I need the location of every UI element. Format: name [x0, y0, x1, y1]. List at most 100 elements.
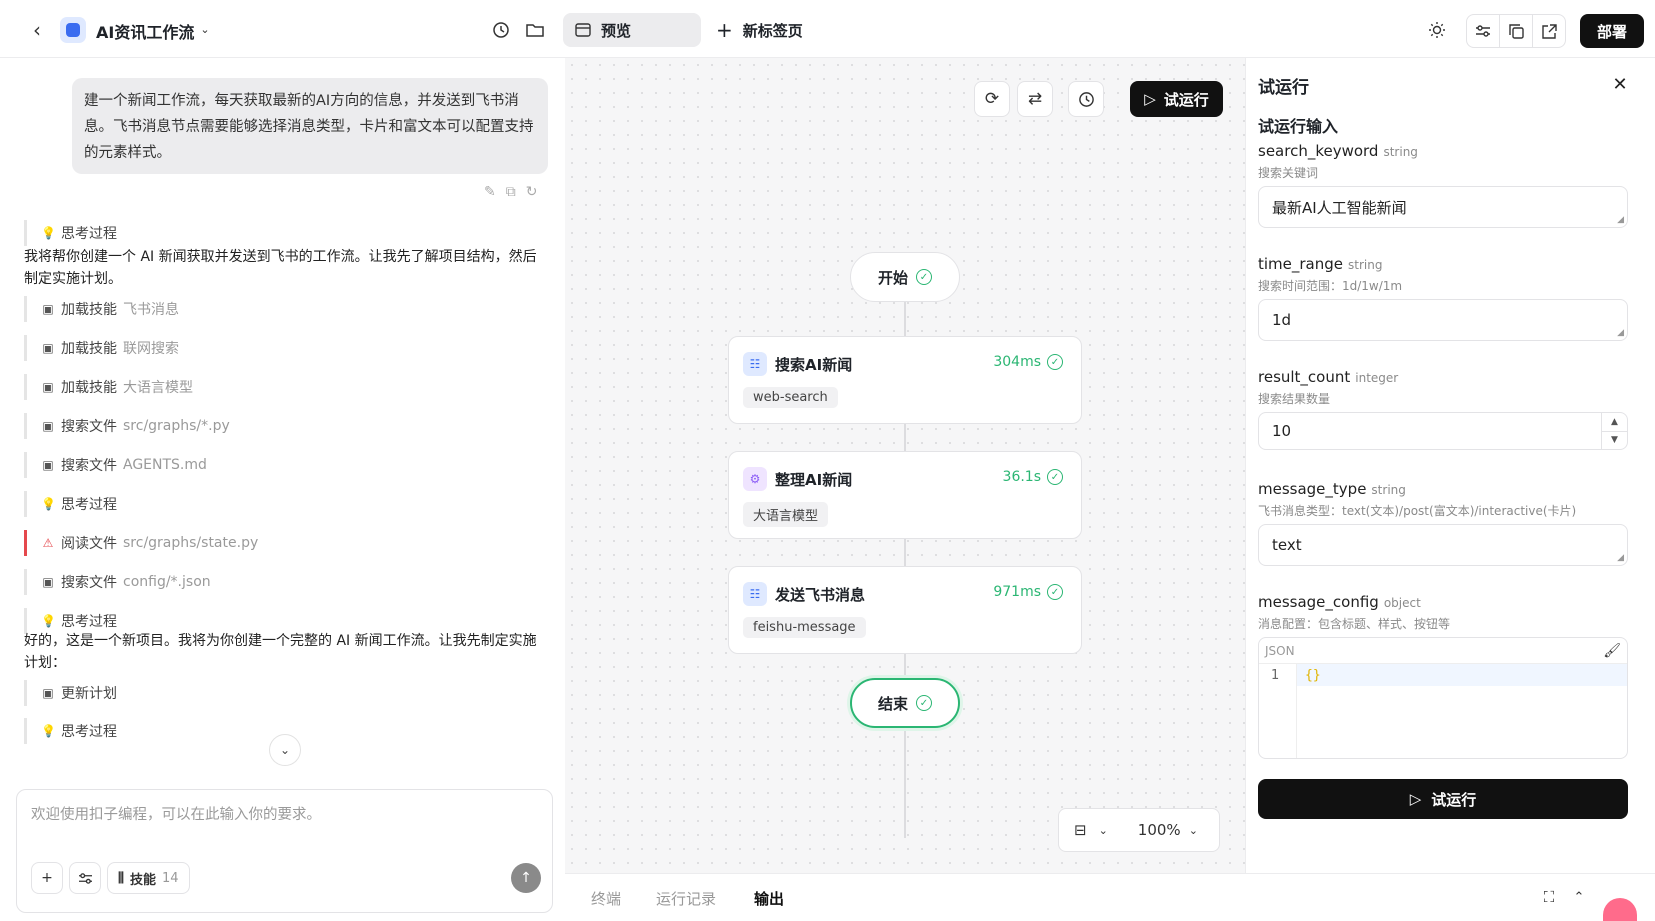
retry-icon[interactable]: ↻ — [526, 184, 538, 200]
field-name: message_config object — [1258, 593, 1421, 611]
json-editor[interactable]: JSON 🖌 1 {} — [1258, 637, 1628, 759]
copy-icon[interactable] — [1499, 14, 1533, 48]
fullscreen-icon[interactable]: ⛶ — [1538, 886, 1560, 908]
app-title[interactable]: AI资讯工作流 — [96, 19, 194, 43]
edit-icon[interactable]: ✎ — [484, 184, 496, 200]
layout-icon[interactable]: ⊟ — [1074, 821, 1087, 839]
assistant-paragraph: 好的，这是一个新项目。我将为你创建一个完整的 AI 新闻工作流。让我先制定实施计… — [24, 633, 537, 671]
chevron-down-icon[interactable]: ⌄ — [196, 20, 214, 38]
history-icon[interactable] — [1068, 81, 1104, 117]
send-button[interactable]: ↑ — [511, 863, 541, 893]
tab-preview[interactable]: 预览 — [563, 13, 701, 47]
step-label: 思考过程 — [61, 724, 117, 740]
history-icon[interactable] — [488, 17, 514, 43]
bulb-icon: 💡 — [41, 497, 56, 511]
scroll-down-button[interactable]: ⌄ — [269, 734, 301, 766]
warning-icon: ⚠ — [42, 536, 54, 550]
step-detail: src/graphs/*.py — [123, 418, 230, 434]
zoom-controls: ⊟ ⌄ 100% ⌄ — [1058, 808, 1220, 852]
workflow-node[interactable]: ☷ 搜索AI新闻 304ms ✓ web-search — [728, 336, 1082, 424]
chat-step[interactable]: 💡 思考过程 — [24, 220, 117, 246]
chat-step[interactable]: ▣ 搜索文件 AGENTS.md — [24, 452, 207, 478]
tab-terminal[interactable]: 终端 — [591, 888, 621, 909]
start-node[interactable]: 开始 ✓ — [850, 252, 960, 302]
node-status: 36.1s ✓ — [1003, 469, 1063, 485]
refresh-icon[interactable]: ⟳ — [974, 81, 1010, 117]
step-label: 更新计划 — [61, 686, 117, 702]
brush-icon[interactable]: 🖌 — [1603, 643, 1621, 659]
chat-step[interactable]: ▣ 搜索文件 src/graphs/*.py — [24, 413, 230, 439]
field-name: time_range string — [1258, 255, 1382, 273]
chevron-down-icon[interactable]: ⌄ — [1189, 824, 1198, 837]
copy-message-icon[interactable]: ⧉ — [506, 184, 516, 200]
chevron-down-icon[interactable]: ⌄ — [1099, 824, 1108, 837]
field-name: result_count integer — [1258, 368, 1398, 386]
field-name-text: message_type — [1258, 480, 1367, 498]
end-node[interactable]: 结束 ✓ — [850, 678, 960, 728]
resize-handle-icon[interactable]: ◢ — [1617, 553, 1624, 563]
collapse-up-icon[interactable]: ⌃ — [1568, 886, 1590, 908]
close-icon[interactable]: ✕ — [1608, 72, 1632, 96]
app-icon — [60, 17, 86, 43]
open-external-icon[interactable] — [1532, 14, 1566, 48]
skills-count: 14 — [162, 870, 179, 886]
panel-subtitle: 试运行输入 — [1258, 117, 1339, 136]
resize-handle-icon[interactable]: ◢ — [1617, 328, 1624, 338]
settings-sliders-icon[interactable] — [1466, 14, 1500, 48]
message-type-input[interactable]: text ◢ — [1258, 524, 1628, 566]
search-keyword-input[interactable]: 最新AI人工智能新闻 ◢ — [1258, 186, 1628, 228]
code-line[interactable]: {} — [1297, 664, 1627, 686]
prompt-input[interactable] — [31, 804, 511, 826]
chat-step[interactable]: 💡 思考过程 — [24, 718, 117, 744]
step-detail: 联网搜索 — [123, 341, 179, 357]
search-node-icon: ☷ — [743, 352, 767, 376]
zoom-level[interactable]: 100% — [1138, 821, 1181, 839]
field-name: message_type string — [1258, 480, 1406, 498]
step-label: 搜索文件 — [61, 575, 117, 591]
chat-step[interactable]: ▣ 加载技能 大语言模型 — [24, 374, 193, 400]
check-circle-icon: ✓ — [1047, 354, 1063, 370]
back-icon[interactable]: ‹ — [24, 17, 50, 43]
json-body[interactable]: 1 {} — [1259, 664, 1627, 758]
tab-output[interactable]: 输出 — [754, 888, 784, 909]
field-desc: 搜索结果数量 — [1258, 392, 1331, 406]
canvas-run-label: 试运行 — [1163, 90, 1209, 109]
terminal-icon: ▣ — [42, 341, 54, 355]
workflow-node[interactable]: ⚙ 整理AI新闻 36.1s ✓ 大语言模型 — [728, 451, 1082, 539]
end-label: 结束 — [877, 694, 908, 713]
workflow-node[interactable]: ☷ 发送飞书消息 971ms ✓ feishu-message — [728, 566, 1082, 654]
step-detail: 大语言模型 — [123, 380, 193, 396]
resize-handle-icon[interactable]: ◢ — [1617, 215, 1624, 225]
field-desc: 消息配置：包含标题、样式、按钮等 — [1258, 617, 1451, 631]
canvas-run-button[interactable]: ▷ 试运行 — [1130, 81, 1223, 117]
check-circle-icon: ✓ — [1047, 469, 1063, 485]
step-label: 加载技能 — [61, 302, 117, 318]
terminal-icon: ▣ — [42, 458, 54, 472]
chat-step[interactable]: ▣ 更新计划 — [24, 680, 117, 706]
composer: + ⫼ 技能 14 ↑ — [16, 789, 553, 913]
node-tag: 大语言模型 — [743, 502, 829, 527]
sync-icon[interactable]: ⇄ — [1017, 81, 1053, 117]
chevron-up-icon[interactable]: ▲ — [1602, 413, 1627, 432]
folder-icon[interactable] — [522, 17, 548, 43]
terminal-icon: ▣ — [42, 575, 54, 589]
workflow-canvas[interactable]: ⟳ ⇄ ▷ 试运行 开始 ✓ ☷ 搜索AI新闻 304ms ✓ web-searc… — [565, 58, 1245, 873]
chat-step[interactable]: ▣ 加载技能 联网搜索 — [24, 335, 179, 361]
chat-step[interactable]: 💡 思考过程 — [24, 491, 117, 517]
tab-run-history[interactable]: 运行记录 — [656, 888, 716, 909]
add-button[interactable]: + — [31, 862, 63, 894]
tab-new[interactable]: + 新标签页 — [716, 13, 803, 47]
options-button[interactable] — [69, 862, 101, 894]
skills-button[interactable]: ⫼ 技能 14 — [107, 862, 190, 894]
panel-run-button[interactable]: ▷ 试运行 — [1258, 779, 1628, 819]
deploy-button[interactable]: 部署 — [1580, 14, 1644, 48]
chat-step[interactable]: ▣ 搜索文件 config/*.json — [24, 569, 211, 595]
step-label: 思考过程 — [61, 614, 117, 630]
chat-step[interactable]: ▣ 加载技能 飞书消息 — [24, 296, 179, 322]
theme-sun-icon[interactable] — [1424, 17, 1450, 43]
chevron-down-icon[interactable]: ▼ — [1602, 432, 1627, 450]
assistant-paragraph: 我将帮你创建一个 AI 新闻获取并发送到飞书的工作流。让我先了解项目结构，然后制… — [24, 249, 537, 287]
chat-step-error[interactable]: ⚠ 阅读文件 src/graphs/state.py — [24, 530, 258, 556]
time-range-input[interactable]: 1d ◢ — [1258, 299, 1628, 341]
result-count-stepper[interactable]: 10 ▲ ▼ — [1258, 412, 1628, 450]
